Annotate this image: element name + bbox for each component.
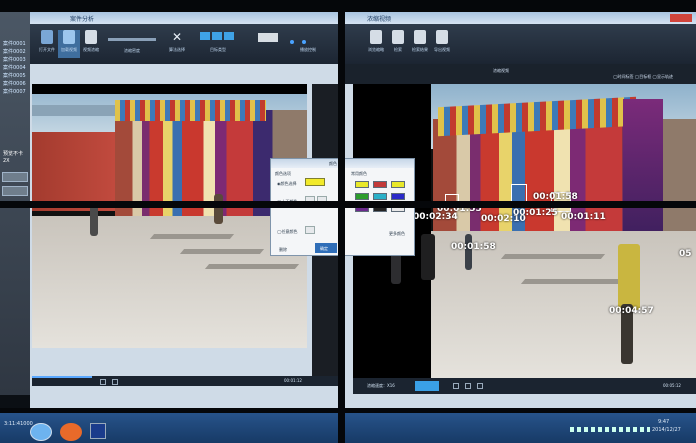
taskbar: 3:11:41000 9:47 2014/12/27 — [0, 413, 696, 443]
thumbnail[interactable] — [2, 172, 28, 182]
target-type-button[interactable]: 目标类型 — [198, 30, 238, 58]
folder-open-icon — [41, 30, 53, 44]
ok-button[interactable]: 确定 — [315, 243, 337, 253]
color-swatch[interactable] — [391, 193, 405, 200]
timestamp-label: 00:01:25 — [513, 208, 558, 218]
person — [214, 194, 223, 224]
header-label: 浓缩视频 — [493, 68, 509, 73]
person — [421, 234, 435, 280]
color-swatch[interactable] — [373, 193, 387, 200]
left-toolbar: 打开文件 加载视频 视频浓缩 浓缩密度 ✕ 算法选择 目标类型 播放控制 — [30, 24, 343, 64]
progress-fill — [32, 376, 92, 378]
left-time-label: 3:11:41000 — [4, 421, 33, 427]
left-playbar: 00:01:12 — [32, 376, 338, 386]
play-button[interactable] — [100, 379, 106, 385]
speed-status: 浓缩速度：X16 — [367, 383, 395, 388]
target-type-icon — [212, 32, 222, 40]
left-status-time: 00:01:12 — [284, 378, 302, 383]
timestamp-label: 05 — [679, 249, 692, 259]
app-icon[interactable] — [90, 423, 106, 439]
timestamp-label: 00:01:58 — [451, 242, 496, 252]
algorithm-button[interactable]: ✕ 算法选择 — [166, 30, 188, 58]
stop-button[interactable] — [465, 383, 471, 389]
section-left-label: 颜色选项 — [275, 171, 291, 176]
export-icon — [436, 30, 448, 44]
person — [90, 204, 98, 236]
any-color-radio[interactable]: ◯任意颜色 — [277, 229, 297, 235]
media-player-icon[interactable] — [60, 423, 82, 441]
right-playbar: 浓缩速度：X16 00:05:12 — [353, 378, 696, 394]
region-button[interactable] — [256, 30, 280, 58]
search-button[interactable]: 检索 — [387, 30, 409, 58]
search-result-button[interactable]: 检索结果 — [409, 30, 431, 58]
condense-button[interactable]: 视频浓缩 — [80, 30, 102, 58]
thumbnail-icon — [370, 30, 382, 44]
play-control-button[interactable]: 播放控制 — [288, 30, 328, 58]
next-button[interactable] — [477, 383, 483, 389]
person — [618, 244, 640, 310]
tray-icons[interactable] — [570, 427, 650, 432]
left-window-title: 案件分析 — [70, 16, 95, 23]
thumbnail-button[interactable]: 浏览缩略 — [365, 30, 387, 58]
color-dialog-title: 颜色 — [329, 161, 337, 166]
color-swatch[interactable] — [391, 181, 405, 188]
export-button[interactable]: 导出视频 — [431, 30, 453, 58]
clock[interactable]: 9:47 — [658, 419, 669, 425]
date[interactable]: 2014/12/27 — [652, 427, 681, 433]
color-box[interactable] — [305, 226, 315, 234]
open-file-button[interactable]: 打开文件 — [36, 30, 58, 58]
density-label: 浓缩密度 — [124, 48, 140, 53]
preview-label: 预览不卡 — [3, 151, 24, 157]
stop-button[interactable] — [112, 379, 118, 385]
load-video-button[interactable]: 加载视频 — [58, 30, 80, 58]
timestamp-label: 00:01:11 — [561, 212, 606, 222]
right-window-title: 浓缩视频 — [367, 16, 392, 23]
right-status-time: 00:05:12 — [663, 383, 681, 388]
ie-browser-icon[interactable] — [30, 423, 52, 441]
left-titlebar: 案件分析 — [30, 12, 343, 24]
play-dot-icon — [302, 40, 306, 44]
color-swatch[interactable] — [373, 181, 387, 188]
right-toolbar: 浏览缩略 检索 检索结果 导出视频 — [343, 24, 696, 64]
video-load-icon — [63, 30, 75, 44]
speed-selector[interactable] — [415, 381, 439, 391]
right-header-bar: 浓缩视频 ◯时间标签 ◯目标框 ◯显示轨迹 — [343, 64, 696, 84]
original-video-view[interactable] — [32, 84, 307, 348]
more-colors-button[interactable]: 更多颜色 — [389, 231, 405, 237]
right-titlebar: 浓缩视频 — [343, 12, 696, 24]
timestamp-label: 00:04:57 — [609, 306, 654, 316]
case-item[interactable]: 案件0003 — [3, 56, 26, 63]
color-option-radio[interactable]: ◉颜色选择 — [277, 181, 297, 187]
list-icon — [414, 30, 426, 44]
case-item[interactable]: 案件0001 — [3, 40, 26, 47]
case-item[interactable]: 案件0002 — [3, 48, 26, 55]
case-item[interactable]: 案件0004 — [3, 64, 26, 71]
selected-color-box[interactable] — [305, 178, 325, 186]
play-button[interactable] — [453, 383, 459, 389]
speed-label: 2X — [3, 158, 10, 164]
delete-button[interactable]: 删除 — [279, 247, 287, 253]
color-swatch[interactable] — [355, 193, 369, 200]
density-slider[interactable] — [108, 38, 156, 41]
display-options[interactable]: ◯时间标签 ◯目标框 ◯显示轨迹 — [613, 74, 673, 80]
condense-icon — [85, 30, 97, 44]
case-item[interactable]: 案件0006 — [3, 80, 26, 87]
case-item[interactable]: 案件0005 — [3, 72, 26, 79]
target-type-icon — [224, 32, 234, 40]
close-icon[interactable] — [670, 14, 692, 22]
target-type-icon — [200, 32, 210, 40]
person — [465, 234, 472, 270]
thumbnail[interactable] — [2, 186, 28, 196]
left-side-panel: 案件0001 案件0002 案件0003 案件0004 案件0005 案件000… — [0, 0, 30, 395]
case-item[interactable]: 案件0007 — [3, 88, 26, 95]
region-icon — [258, 33, 278, 42]
tools-icon: ✕ — [171, 30, 183, 44]
search-icon — [392, 30, 404, 44]
target-box — [511, 184, 527, 202]
color-swatch[interactable] — [355, 181, 369, 188]
timestamp-label: 00:02:34 — [413, 212, 458, 222]
section-right-label: 常用颜色 — [351, 171, 367, 176]
play-dot-icon — [290, 40, 294, 44]
